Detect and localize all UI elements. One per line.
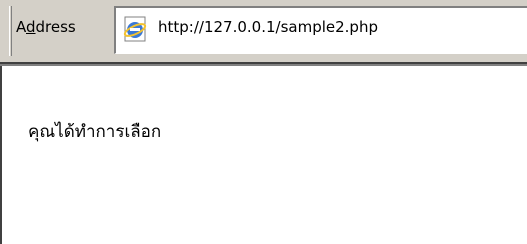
internet-explorer-page-icon [123,16,147,42]
page-content: คุณได้ทำการเลือก [0,66,527,244]
address-label: Address [16,18,76,36]
content-border [0,66,2,244]
url-text[interactable]: http://127.0.0.1/sample2.php [158,18,378,36]
address-toolbar: Address http://127.0.0.1/sample2.php [0,0,527,66]
toolbar-grip[interactable] [9,6,12,56]
page-message: คุณได้ทำการเลือก [28,122,162,142]
address-input[interactable]: http://127.0.0.1/sample2.php [114,6,527,54]
